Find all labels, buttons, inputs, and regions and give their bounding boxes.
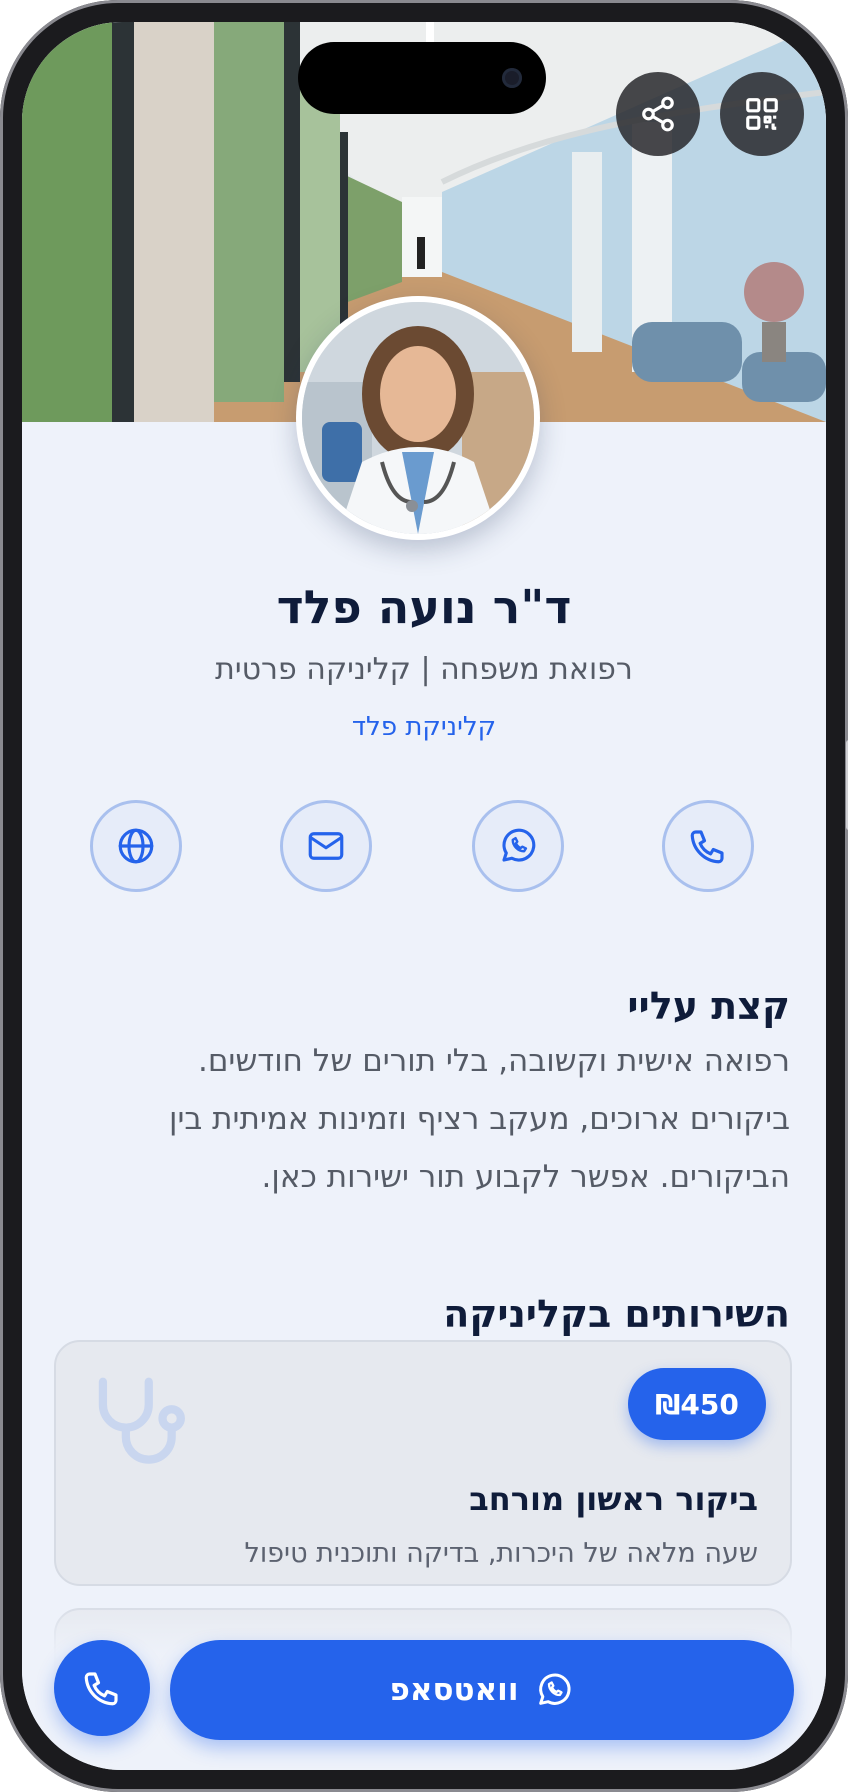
service-title: ביקור ראשון מורחב (469, 1480, 758, 1518)
whatsapp-contact-button[interactable] (472, 800, 564, 892)
about-text: רפואה אישית וקשובה, בלי תורים של חודשים.… (169, 1043, 790, 1195)
share-button[interactable] (616, 72, 700, 156)
whatsapp-button[interactable]: וואטסאפ (170, 1640, 794, 1740)
qr-code-icon (746, 98, 778, 130)
whatsapp-button-label: וואטסאפ (389, 1672, 519, 1708)
whatsapp-icon (502, 828, 536, 862)
doctor-name: ד"ר נועה פלד (276, 580, 572, 634)
share-icon (642, 96, 674, 132)
qr-code-button[interactable] (720, 72, 804, 156)
screen: ד"ר נועה פלד רפואת משפחה | קליניקה פרטית… (22, 22, 826, 1770)
globe-icon (118, 828, 154, 864)
whatsapp-icon (539, 1673, 571, 1705)
phone-contact-button[interactable] (662, 800, 754, 892)
avatar-photo (302, 302, 534, 534)
phone-frame: ד"ר נועה פלד רפואת משפחה | קליניקה פרטית… (0, 0, 848, 1792)
service-price-badge: ₪450 (628, 1368, 766, 1440)
dynamic-island (298, 42, 546, 114)
phone-icon (84, 1672, 118, 1706)
doctor-specialty: רפואת משפחה | קליניקה פרטית (215, 652, 633, 687)
avatar (296, 296, 540, 540)
about-heading: קצת עליי (627, 984, 790, 1028)
stethoscope-icon (98, 1377, 185, 1464)
service-description: שעה מלאה של היכרות, בדיקה ותוכנית טיפול (244, 1538, 758, 1569)
services-heading: השירותים בקליניקה (443, 1292, 790, 1336)
phone-icon (690, 830, 724, 864)
front-camera (502, 68, 522, 88)
email-button[interactable] (280, 800, 372, 892)
website-button[interactable] (90, 800, 182, 892)
mail-icon (308, 832, 344, 860)
clinic-link[interactable]: קליניקת פלד (22, 712, 826, 742)
service-card[interactable]: ₪450 ביקור ראשון מורחב שעה מלאה של היכרו… (54, 1340, 792, 1586)
call-button[interactable] (54, 1640, 150, 1736)
